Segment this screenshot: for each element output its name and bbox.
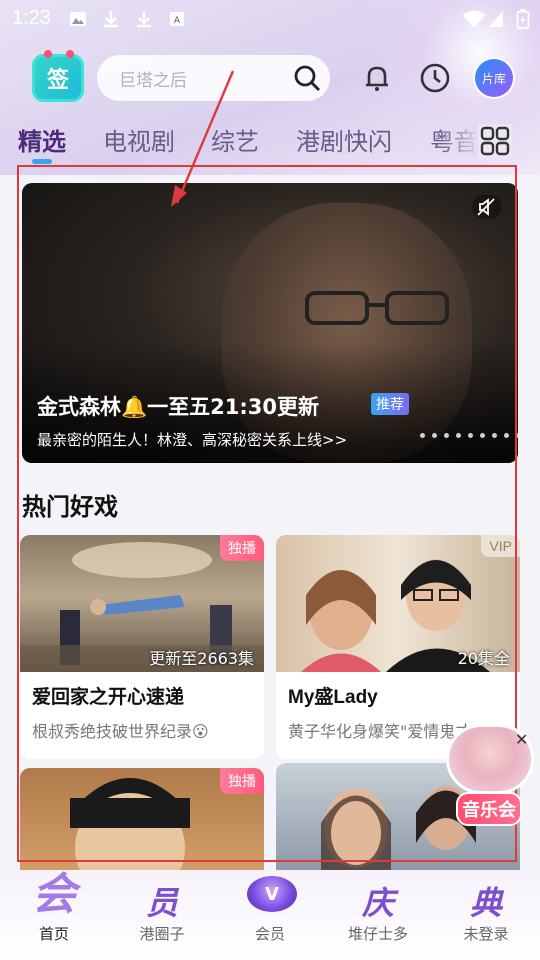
wifi-icon (463, 10, 485, 28)
section-title: 热门好戏 (22, 493, 118, 521)
nav-item-home[interactable]: 会 首页 (0, 869, 108, 960)
nav-item-profile[interactable]: 典 未登录 (432, 870, 540, 960)
sign-in-button[interactable]: 签 (32, 54, 84, 102)
grid-menu-icon[interactable] (478, 124, 512, 158)
sign-decoration (44, 50, 52, 58)
exclusive-badge: 独播 (220, 535, 264, 561)
tab-featured[interactable]: 精选 (18, 122, 66, 157)
download-icon (104, 11, 118, 28)
status-bar: 1:23 A (0, 0, 540, 38)
nav-label: 港圈子 (139, 925, 185, 943)
tab-hk-drama-shorts[interactable]: 港剧快闪 (296, 122, 392, 157)
shop-icon: 庆 (361, 884, 394, 922)
show-title: 爱回家之开心速递 (32, 686, 185, 708)
download-icon-2 (137, 11, 151, 28)
svg-text:A: A (174, 16, 181, 26)
sign-decoration-2 (66, 50, 74, 58)
app-notification-icon: A (170, 12, 184, 26)
library-button[interactable]: 片库 (475, 59, 513, 97)
nav-label: 堆仔士多 (347, 925, 408, 943)
home-icon: 会 (32, 869, 76, 920)
recommend-badge: 推荐 (371, 393, 409, 415)
nav-label: 首页 (38, 925, 69, 943)
banner-glasses-shape (305, 291, 449, 325)
tab-indicator (32, 159, 52, 164)
episode-count: 20集全 (457, 649, 510, 668)
battery-icon (516, 9, 530, 29)
episode-count: 更新至2663集 (149, 649, 254, 668)
tab-fade (440, 118, 480, 158)
promo-label: 音乐会 (456, 792, 522, 826)
status-time: 1:23 (12, 7, 51, 29)
exclusive-badge: 独播 (220, 768, 264, 794)
show-card[interactable]: 独播 更新至2663集 爱回家之开心速递 根叔秀绝技破世界纪录😮 (20, 535, 264, 759)
bell-icon[interactable] (360, 61, 394, 95)
banner-subtitle: 最亲密的陌生人！林澄、高深秘密关系上线>> (37, 431, 348, 449)
show-title: My盛Lady (288, 687, 378, 708)
vip-icon[interactable]: V (247, 876, 297, 912)
signal-icon (489, 11, 503, 27)
annotation-arrow (171, 70, 235, 207)
nav-item-shop[interactable]: 庆 堆仔士多 (324, 870, 432, 960)
search-icon[interactable] (292, 63, 322, 93)
vip-badge: VIP (481, 535, 520, 557)
mute-icon[interactable] (472, 195, 502, 219)
carousel-indicator (420, 433, 518, 438)
nav-label: 未登录 (463, 925, 509, 943)
nav-label: 会员 (254, 925, 285, 943)
nav-item-hk-circle[interactable]: 员 港圈子 (108, 870, 216, 960)
community-icon: 员 (145, 884, 178, 922)
close-icon[interactable]: ✕ (515, 730, 528, 749)
show-description: 根叔秀绝技破世界纪录😮 (32, 722, 209, 741)
history-clock-icon[interactable] (418, 61, 452, 95)
banner-title: 金式森林🔔一至五21:30更新 (37, 395, 319, 419)
profile-icon: 典 (469, 884, 502, 922)
hero-banner[interactable]: 金式森林🔔一至五21:30更新 推荐 最亲密的陌生人！林澄、高深秘密关系上线>> (22, 183, 518, 463)
image-notification-icon (70, 12, 86, 26)
